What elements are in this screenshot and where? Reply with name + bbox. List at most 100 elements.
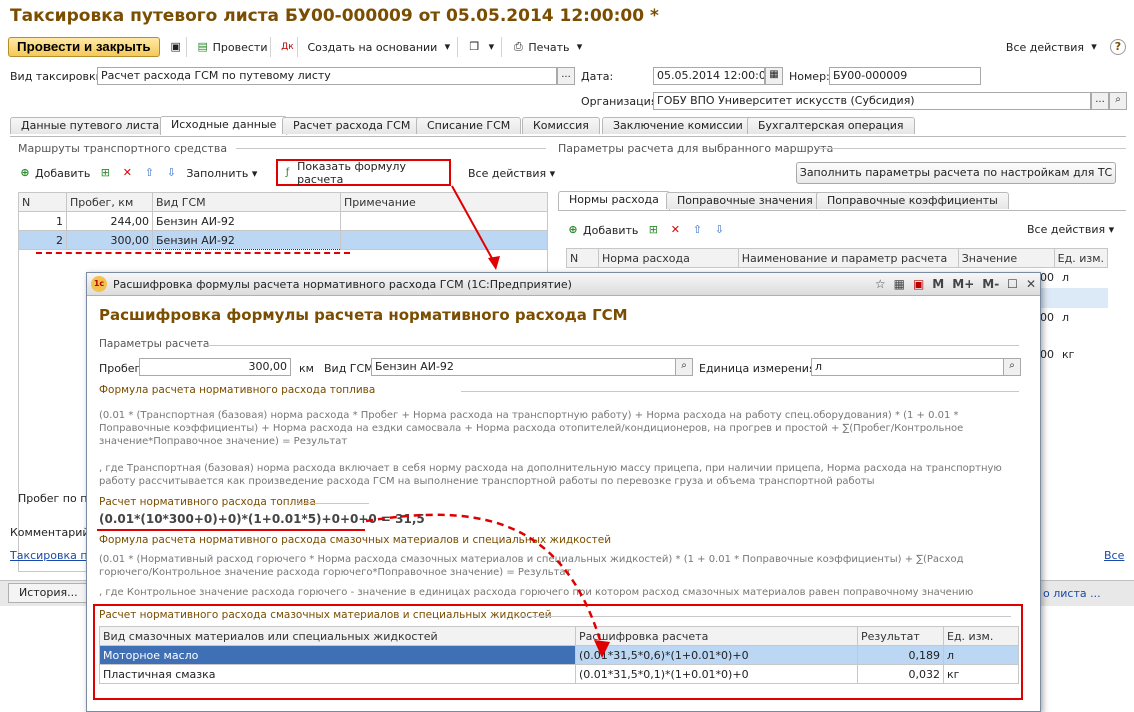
column-header[interactable]: Значение <box>957 248 1055 268</box>
column-header[interactable]: Ед. изм. <box>1053 248 1109 268</box>
tab-source-data[interactable]: Исходные данные <box>160 116 288 135</box>
lube-result-cell[interactable]: 0,189 <box>857 645 944 665</box>
lube-calc-cell[interactable]: (0.01*31,5*0,6)*(1+0.01*0)+0 <box>575 645 858 665</box>
norms-add-button[interactable]: ⊕ Добавить <box>566 223 638 237</box>
norms-row[interactable]: 00 кг <box>1040 345 1108 365</box>
post-button[interactable]: ▤ Провести <box>193 37 272 57</box>
org-search-button[interactable]: ⌕ <box>1109 92 1127 110</box>
lube-unit-cell[interactable]: кг <box>943 664 1019 684</box>
tab-correction-coefficients[interactable]: Поправочные коэффициенты <box>816 192 1009 209</box>
note-cell[interactable] <box>340 230 548 250</box>
unit-field[interactable]: л <box>811 358 1007 376</box>
column-header[interactable]: Наименование и параметр расчета <box>737 248 959 268</box>
norms-copy-button[interactable]: ⊞ <box>646 223 660 237</box>
norms-move-down-button[interactable]: ⇩ <box>712 223 726 237</box>
column-header[interactable]: Результат <box>857 626 944 646</box>
maximize-icon[interactable]: ☐ <box>1007 277 1018 291</box>
table-row[interactable]: Пластичная смазка (0.01*31,5*0,1)*(1+0.0… <box>99 664 1019 684</box>
column-header[interactable]: Расшифровка расчета <box>575 626 858 646</box>
create-based-button[interactable]: Создать на основании ▾ <box>304 37 459 57</box>
table-row[interactable]: 1 244,00 Бензин АИ-92 <box>18 211 548 231</box>
tab-waybill-data[interactable]: Данные путевого листа <box>10 117 171 134</box>
tab-accounting-operation[interactable]: Бухгалтерская операция <box>747 117 915 134</box>
date-field[interactable]: 05.05.2014 12:00:00 <box>653 67 765 85</box>
post-and-close-button[interactable]: Провести и закрыть <box>8 37 160 57</box>
taxation-link[interactable]: Таксировка п <box>10 549 88 562</box>
routes-delete-button[interactable]: ✕ <box>120 166 134 180</box>
tab-commission-conclusion[interactable]: Заключение комиссии <box>602 117 754 134</box>
memory-minus-button[interactable]: M- <box>982 277 999 291</box>
print-button[interactable]: ⎙ Печать ▾ <box>508 37 589 57</box>
routes-all-actions-button[interactable]: Все действия ▾ <box>468 167 555 180</box>
lube-kind-cell[interactable]: Моторное масло <box>99 645 576 665</box>
column-header[interactable]: N <box>18 192 67 212</box>
attach-button[interactable]: ❐ ▾ <box>464 37 503 57</box>
note-cell[interactable] <box>340 211 548 231</box>
fill-params-button[interactable]: Заполнить параметры расчета по настройка… <box>796 162 1116 184</box>
memory-button[interactable]: M <box>932 277 944 291</box>
norms-all-actions-button[interactable]: Все действия ▾ <box>1027 223 1114 236</box>
norms-row[interactable] <box>1040 288 1108 308</box>
column-header[interactable]: N <box>566 248 599 268</box>
tab-fuel-writeoff[interactable]: Списание ГСМ <box>416 117 522 134</box>
close-icon[interactable]: ✕ <box>1026 277 1036 291</box>
column-header[interactable]: Вид ГСМ <box>152 192 341 212</box>
mileage-field[interactable]: 300,00 <box>139 358 291 376</box>
tab-consumption-norms[interactable]: Нормы расхода <box>558 191 670 210</box>
all-link[interactable]: Все <box>1104 549 1124 562</box>
column-header[interactable]: Ед. изм. <box>943 626 1019 646</box>
column-header[interactable]: Примечание <box>340 192 548 212</box>
mileage-cell[interactable]: 300,00 <box>66 230 153 250</box>
section-line <box>519 616 1011 617</box>
kind-select-button[interactable]: ... <box>557 67 575 85</box>
calendar-button[interactable]: ▦ <box>765 67 783 85</box>
number-field[interactable]: БУ00-000009 <box>829 67 981 85</box>
lube-result-cell[interactable]: 0,032 <box>857 664 944 684</box>
status-right-text[interactable]: о листа ... <box>1043 587 1101 600</box>
norms-table[interactable]: N Норма расхода Наименование и параметр … <box>566 248 1109 268</box>
fuel-type-search-button[interactable]: ⌕ <box>675 358 693 376</box>
routes-fill-button[interactable]: Заполнить ▾ <box>186 167 257 180</box>
norms-row[interactable]: 00 л <box>1040 308 1108 328</box>
fuel-cell[interactable]: Бензин АИ-92 <box>152 230 341 250</box>
lube-unit-cell[interactable]: л <box>943 645 1019 665</box>
table-row[interactable]: Моторное масло (0.01*31,5*0,6)*(1+0.01*0… <box>99 645 1019 665</box>
mileage-cell[interactable]: 244,00 <box>66 211 153 231</box>
favorite-icon[interactable]: ☆ <box>875 277 886 291</box>
column-header[interactable]: Пробег, км <box>66 192 153 212</box>
unit-search-button[interactable]: ⌕ <box>1003 358 1021 376</box>
calendar-icon[interactable]: ▣ <box>913 277 924 291</box>
accounting-button[interactable]: Дк <box>277 37 299 57</box>
table-row[interactable]: 2 300,00 Бензин АИ-92 <box>18 230 548 250</box>
routes-add-button[interactable]: ⊕ Добавить <box>18 166 90 180</box>
calculator-icon[interactable]: ▦ <box>894 277 905 291</box>
column-header[interactable]: Норма расхода <box>597 248 739 268</box>
routes-copy-button[interactable]: ⊞ <box>98 166 112 180</box>
routes-move-up-button[interactable]: ⇧ <box>142 166 156 180</box>
tab-commission[interactable]: Комиссия <box>522 117 600 134</box>
lube-calc-cell[interactable]: (0.01*31,5*0,1)*(1+0.01*0)+0 <box>575 664 858 684</box>
norms-move-up-button[interactable]: ⇧ <box>690 223 704 237</box>
lube-kind-cell[interactable]: Пластичная смазка <box>99 664 576 684</box>
arrow-down-icon: ⇩ <box>714 223 724 236</box>
dt-kt-icon: Дк <box>281 42 294 52</box>
fuel-cell[interactable]: Бензин АИ-92 <box>152 211 341 231</box>
kind-field[interactable]: Расчет расхода ГСМ по путевому листу <box>97 67 557 85</box>
tab-fuel-calc[interactable]: Расчет расхода ГСМ <box>282 117 422 134</box>
org-field[interactable]: ГОБУ ВПО Университет искусств (Субсидия) <box>653 92 1091 110</box>
routes-move-down-button[interactable]: ⇩ <box>164 166 178 180</box>
show-formula-button[interactable]: ƒ Показать формулу расчета <box>276 159 451 186</box>
help-button[interactable]: ? <box>1110 39 1126 55</box>
lube-calc-table[interactable]: Вид смазочных материалов или специальных… <box>99 626 1019 684</box>
routes-table[interactable]: N Пробег, км Вид ГСМ Примечание 1 244,00… <box>18 192 548 250</box>
save-button[interactable]: ▣ <box>166 37 187 57</box>
tab-correction-values[interactable]: Поправочные значения <box>666 192 824 209</box>
org-select-button[interactable]: ... <box>1091 92 1109 110</box>
all-actions-button[interactable]: Все действия ▾ <box>1003 37 1104 57</box>
norms-delete-button[interactable]: ✕ <box>668 223 682 237</box>
history-button[interactable]: История... <box>8 583 89 603</box>
column-header[interactable]: Вид смазочных материалов или специальных… <box>99 626 576 646</box>
norms-row[interactable]: 00 л <box>1040 268 1108 288</box>
fuel-type-field[interactable]: Бензин АИ-92 <box>371 358 677 376</box>
memory-plus-button[interactable]: M+ <box>952 277 974 291</box>
